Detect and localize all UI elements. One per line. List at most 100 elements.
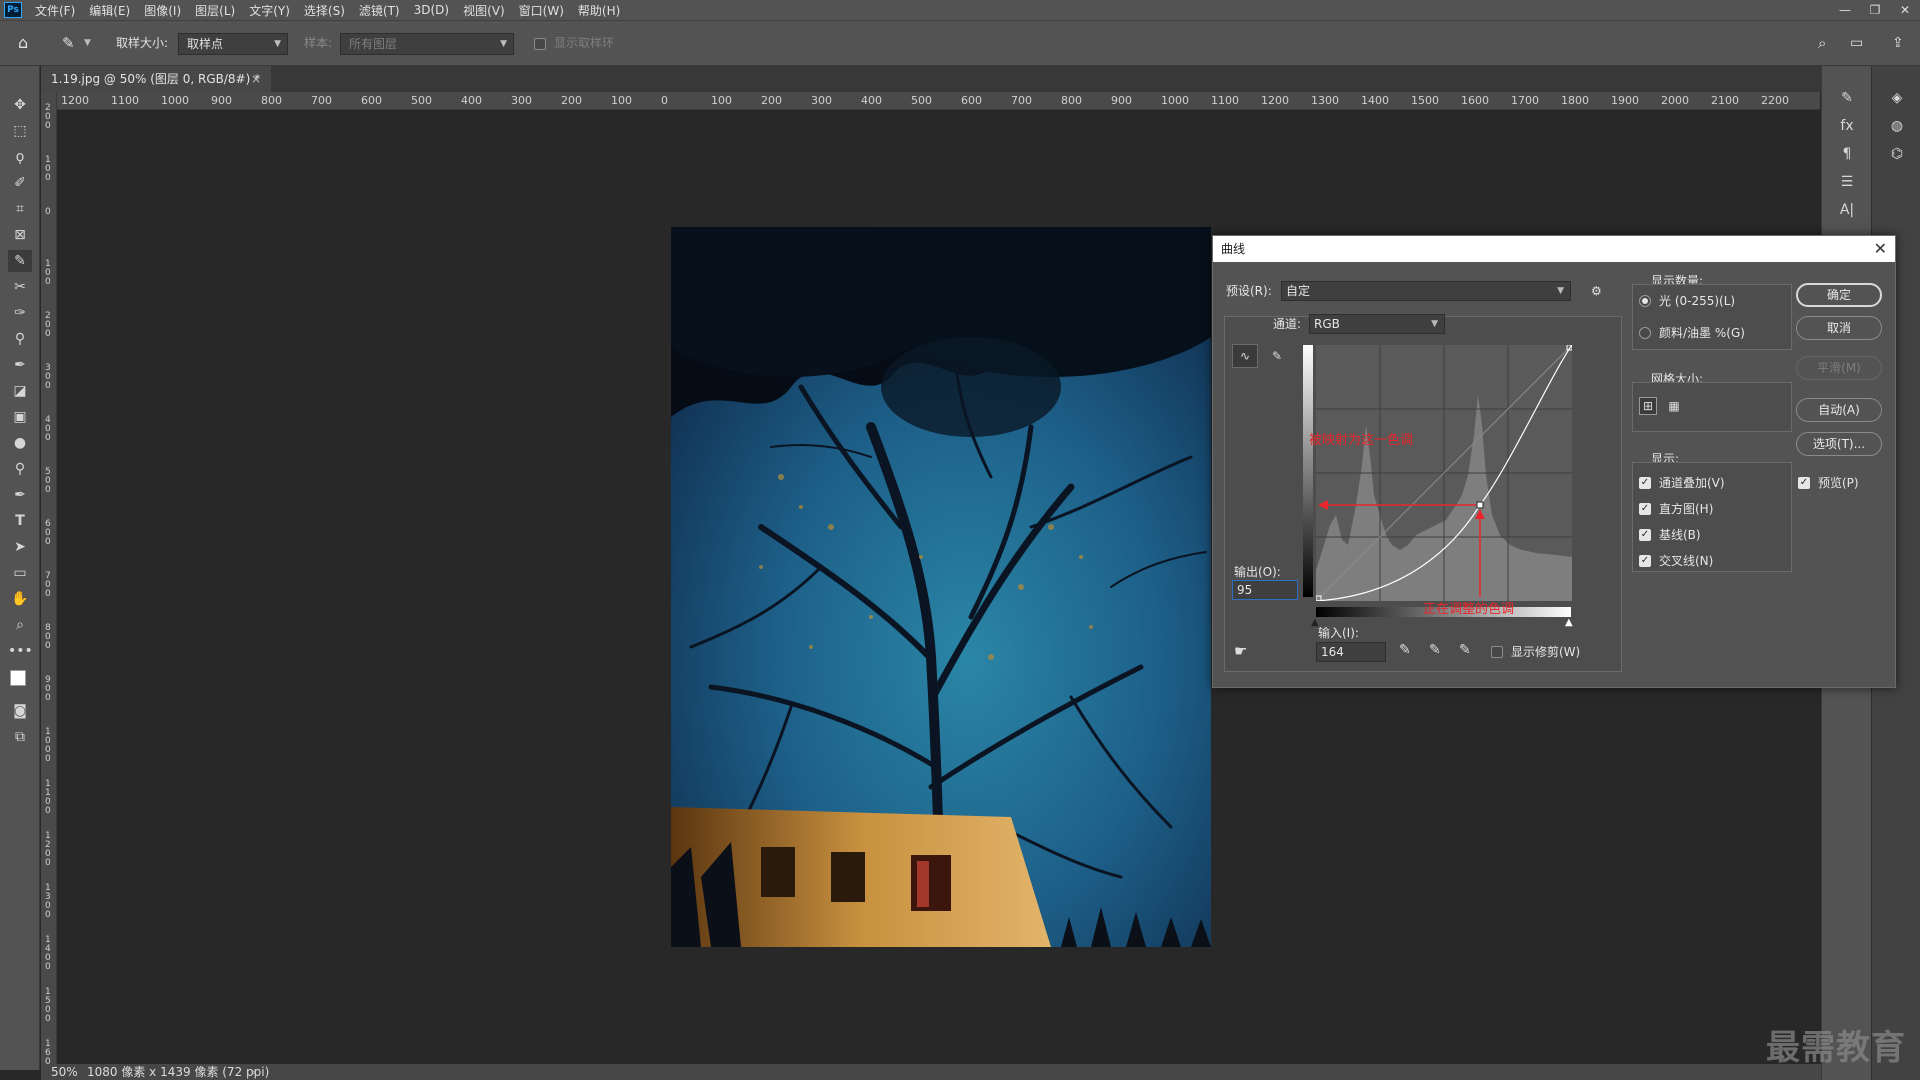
baseline-checkbox[interactable]: ✓	[1639, 529, 1651, 541]
pencil-tool-icon[interactable]: ✎	[1264, 344, 1290, 368]
path-select-tool-icon[interactable]: ➤	[8, 536, 32, 558]
sample-size-select[interactable]: 取样点 ▼	[178, 33, 288, 55]
cancel-button[interactable]: 取消	[1796, 316, 1882, 340]
search-icon[interactable]: ⌕	[1818, 32, 1826, 54]
curve-control-point[interactable]	[1476, 501, 1484, 509]
input-field[interactable]: 164	[1316, 642, 1386, 662]
lasso-tool-icon[interactable]: ϙ	[8, 146, 32, 168]
zoom-level[interactable]: 50%	[51, 1064, 78, 1080]
frame-tool-icon[interactable]: ⊠	[8, 224, 32, 246]
preview-checkbox[interactable]: ✓	[1798, 477, 1810, 489]
output-field[interactable]: 95	[1232, 580, 1298, 600]
document-image[interactable]	[671, 227, 1211, 947]
menu-file[interactable]: 文件(F)	[28, 2, 82, 19]
close-tab-icon[interactable]: ×	[251, 66, 261, 92]
sample-size-label: 取样大小:	[116, 36, 169, 50]
input-label: 输入(I):	[1318, 626, 1359, 640]
toolbox: ✥ ⬚ ϙ ✐ ⌗ ⊠ ✎ ✂ ✑ ⚲ ✒ ◪ ▣ ● ⚲ ✒ T ➤ ▭ ✋ …	[0, 66, 40, 1070]
eyedropper-preset-icon[interactable]: ✎	[62, 32, 75, 54]
close-window-icon[interactable]: ✕	[1890, 0, 1920, 20]
black-eyedropper-icon[interactable]: ✎	[1399, 642, 1411, 658]
healing-tool-icon[interactable]: ✂	[8, 276, 32, 298]
curve-graph[interactable]	[1316, 345, 1572, 601]
channel-overlay-checkbox[interactable]: ✓	[1639, 477, 1651, 489]
light-radio[interactable]	[1639, 295, 1651, 307]
ok-button[interactable]: 确定	[1796, 283, 1882, 307]
dialog-titlebar[interactable]: 曲线 ✕	[1213, 236, 1895, 262]
channel-select[interactable]: RGB ▼	[1309, 314, 1445, 334]
more-tools-icon[interactable]: •••	[8, 640, 33, 662]
ruler-tick-label: 100	[45, 155, 51, 183]
gray-eyedropper-icon[interactable]: ✎	[1429, 642, 1441, 658]
chevron-down-icon[interactable]: ▼	[84, 32, 91, 54]
zoom-tool-icon[interactable]: ⌕	[8, 614, 32, 636]
crop-tool-icon[interactable]: ⌗	[8, 198, 32, 220]
close-icon[interactable]: ✕	[1874, 236, 1887, 262]
detailed-grid-icon[interactable]: ▦	[1665, 397, 1683, 415]
menu-edit[interactable]: 编辑(E)	[82, 2, 137, 19]
simple-grid-icon[interactable]: ⊞	[1639, 397, 1657, 415]
brush-settings-icon[interactable]: ✎	[1834, 86, 1860, 110]
foreground-color-swatch[interactable]	[10, 670, 26, 686]
history-brush-tool-icon[interactable]: ✒	[8, 354, 32, 376]
stamp-tool-icon[interactable]: ⚲	[8, 328, 32, 350]
menu-window[interactable]: 窗口(W)	[512, 2, 571, 19]
share-icon[interactable]: ⇪	[1892, 32, 1904, 54]
show-ring-checkbox[interactable]	[534, 38, 546, 50]
move-tool-icon[interactable]: ✥	[8, 94, 32, 116]
white-point-slider-icon[interactable]: ▲	[1565, 617, 1573, 628]
layers-icon[interactable]: ◈	[1884, 86, 1910, 110]
menu-3d[interactable]: 3D(D)	[407, 3, 456, 17]
options-button[interactable]: 选项(T)...	[1796, 432, 1882, 456]
adjust-icon[interactable]: ☰	[1834, 170, 1860, 194]
styles-icon[interactable]: fx	[1834, 114, 1860, 138]
menu-type[interactable]: 文字(Y)	[242, 2, 297, 19]
eyedropper-tool-icon[interactable]: ✎	[8, 250, 32, 272]
workspace-icon[interactable]: ▭	[1850, 32, 1863, 54]
preset-options-gear-icon[interactable]: ⚙	[1591, 283, 1602, 299]
paths-icon[interactable]: ⌬	[1884, 142, 1910, 166]
type-tool-icon[interactable]: T	[8, 510, 32, 532]
channels-icon[interactable]: ◍	[1884, 114, 1910, 138]
menu-layer[interactable]: 图层(L)	[188, 2, 242, 19]
restore-icon[interactable]: ❐	[1860, 0, 1890, 20]
menu-filter[interactable]: 滤镜(T)	[352, 2, 407, 19]
hand-tool-icon[interactable]: ✋	[8, 588, 32, 610]
white-eyedropper-icon[interactable]: ✎	[1459, 642, 1471, 658]
sample-select[interactable]: 所有图层 ▼	[340, 33, 514, 55]
rectangle-tool-icon[interactable]: ▭	[8, 562, 32, 584]
menu-select[interactable]: 选择(S)	[297, 2, 352, 19]
quick-select-tool-icon[interactable]: ✐	[8, 172, 32, 194]
intersection-line-checkbox[interactable]: ✓	[1639, 555, 1651, 567]
eraser-tool-icon[interactable]: ◪	[8, 380, 32, 402]
histogram-checkbox[interactable]: ✓	[1639, 503, 1651, 515]
on-image-adjust-icon[interactable]: ☛	[1234, 642, 1247, 660]
minimize-icon[interactable]: —	[1830, 0, 1860, 20]
curve-point-tool-icon[interactable]: ∿	[1232, 344, 1258, 368]
auto-button[interactable]: 自动(A)	[1796, 398, 1882, 422]
preset-select[interactable]: 自定 ▼	[1281, 281, 1571, 301]
character-icon[interactable]: A|	[1834, 198, 1860, 222]
ruler-tick-label: 600	[45, 519, 51, 547]
gradient-tool-icon[interactable]: ▣	[8, 406, 32, 428]
marquee-tool-icon[interactable]: ⬚	[8, 120, 32, 142]
ruler-tick-label: 500	[911, 94, 932, 107]
pigment-radio[interactable]	[1639, 327, 1651, 339]
screen-mode-icon[interactable]: ⧉	[8, 726, 32, 748]
home-icon[interactable]: ⌂	[18, 32, 28, 54]
menu-image[interactable]: 图像(I)	[137, 2, 188, 19]
dialog-title: 曲线	[1221, 242, 1246, 256]
brush-tool-icon[interactable]: ✑	[8, 302, 32, 324]
document-tab[interactable]: 1.19.jpg @ 50% (图层 0, RGB/8#) * ×	[41, 66, 271, 92]
blur-tool-icon[interactable]: ●	[8, 432, 32, 454]
chevron-right-icon[interactable]: ›	[251, 1064, 256, 1080]
menu-help[interactable]: 帮助(H)	[571, 2, 627, 19]
smooth-button[interactable]: 平滑(M)	[1796, 356, 1882, 380]
quick-mask-icon[interactable]: ◙	[8, 700, 32, 722]
pen-tool-icon[interactable]: ✒	[8, 484, 32, 506]
paragraph-icon[interactable]: ¶	[1834, 142, 1860, 166]
dodge-tool-icon[interactable]: ⚲	[8, 458, 32, 480]
chevron-down-icon: ▼	[1557, 286, 1564, 296]
show-clipping-checkbox[interactable]	[1491, 646, 1503, 658]
menu-view[interactable]: 视图(V)	[456, 2, 512, 19]
